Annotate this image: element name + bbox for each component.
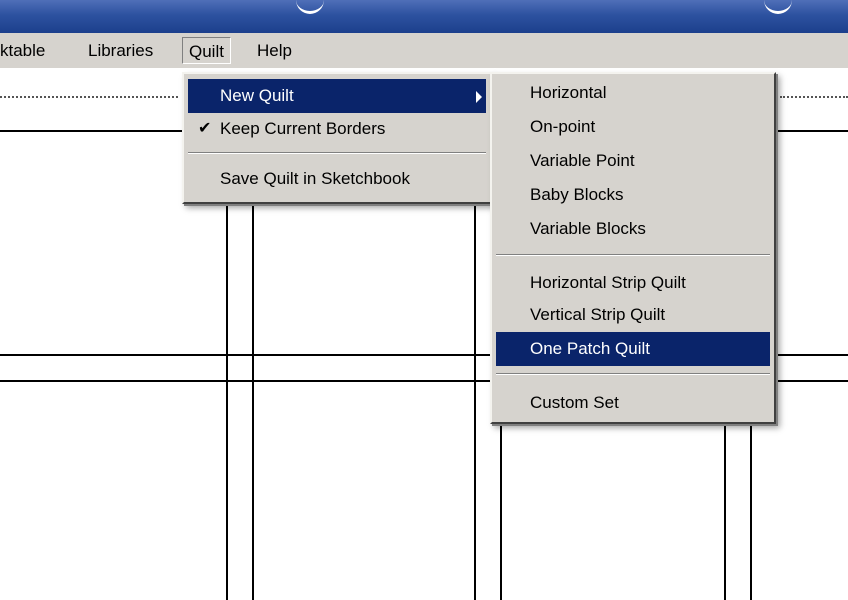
menu-bar: ktable Libraries Quilt Help <box>0 33 848 68</box>
submenu-item-one-patch-quilt[interactable]: One Patch Quilt <box>496 332 770 366</box>
menu-item-label: Save Quilt in Sketchbook <box>220 169 410 188</box>
menu-item-label: Custom Set <box>530 393 619 412</box>
menu-item-keep-current-borders[interactable]: ✔ Keep Current Borders <box>188 112 486 146</box>
menu-separator <box>496 254 770 256</box>
menu-item-label: On-point <box>530 117 596 136</box>
menu-help[interactable]: Help <box>257 41 292 61</box>
menu-separator <box>188 152 486 154</box>
ruler-line <box>0 96 178 98</box>
quilt-menu: New Quilt ✔ Keep Current Borders Save Qu… <box>182 72 492 204</box>
new-quilt-submenu: Horizontal On-point Variable Point Baby … <box>490 72 776 424</box>
menu-item-label: Variable Blocks <box>530 219 646 238</box>
title-bar <box>0 0 848 33</box>
submenu-item-baby-blocks[interactable]: Baby Blocks <box>496 178 770 212</box>
menu-quilt[interactable]: Quilt <box>182 37 231 64</box>
ruler-line <box>780 96 848 98</box>
menu-item-label: Variable Point <box>530 151 635 170</box>
menu-item-label: Horizontal <box>530 83 607 102</box>
submenu-item-custom-set[interactable]: Custom Set <box>496 386 770 420</box>
submenu-item-horizontal-strip-quilt[interactable]: Horizontal Strip Quilt <box>496 266 770 300</box>
menu-item-label: One Patch Quilt <box>530 339 651 358</box>
submenu-item-variable-point[interactable]: Variable Point <box>496 144 770 178</box>
menu-item-label: Keep Current Borders <box>220 119 386 138</box>
menu-item-label: New Quilt <box>220 86 294 105</box>
menu-item-save-quilt-in-sketchbook[interactable]: Save Quilt in Sketchbook <box>188 162 486 196</box>
submenu-item-horizontal[interactable]: Horizontal <box>496 76 770 110</box>
menu-item-label: Baby Blocks <box>530 185 624 204</box>
menu-libraries[interactable]: Libraries <box>88 41 153 61</box>
submenu-arrow-icon <box>476 91 482 103</box>
menu-item-new-quilt[interactable]: New Quilt <box>188 79 486 113</box>
menu-separator <box>496 373 770 375</box>
menu-item-label: Horizontal Strip Quilt <box>530 273 686 292</box>
menu-item-label: Vertical Strip Quilt <box>530 305 666 324</box>
title-glyph <box>764 0 792 14</box>
submenu-item-on-point[interactable]: On-point <box>496 110 770 144</box>
submenu-item-variable-blocks[interactable]: Variable Blocks <box>496 212 770 246</box>
menu-sketchbook[interactable]: ktable <box>0 41 45 61</box>
title-glyph <box>296 0 324 14</box>
submenu-item-vertical-strip-quilt[interactable]: Vertical Strip Quilt <box>496 298 770 332</box>
checkmark-icon: ✔ <box>198 120 212 137</box>
